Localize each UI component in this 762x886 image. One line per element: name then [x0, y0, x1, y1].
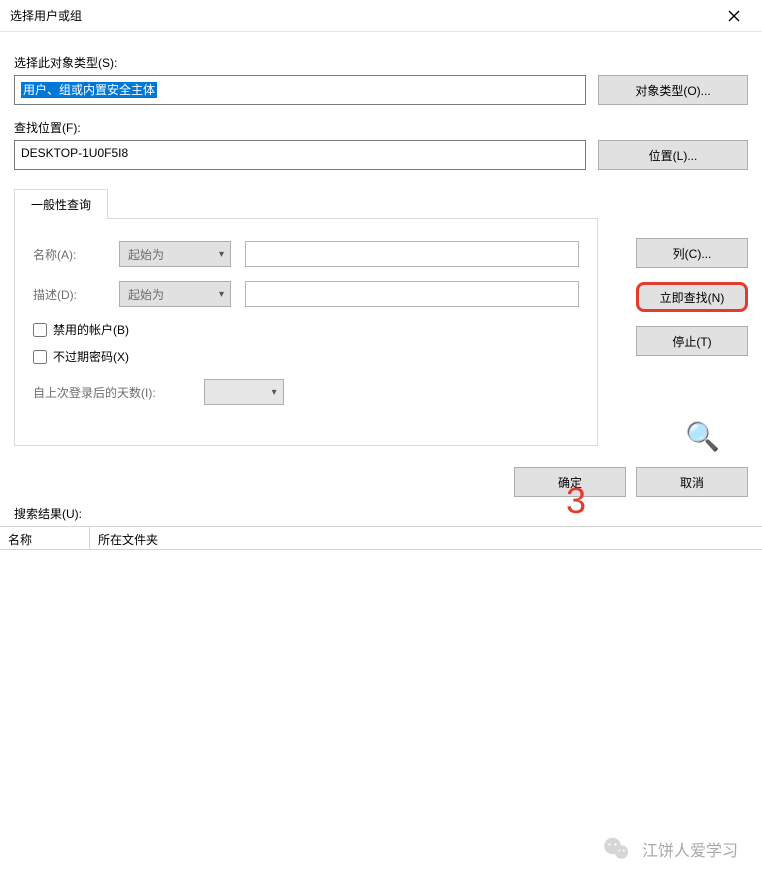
find-now-button[interactable]: 立即查找(N) — [636, 282, 748, 312]
search-icon: 🔍 — [685, 420, 720, 453]
wechat-icon — [602, 834, 632, 864]
name-input[interactable] — [245, 241, 579, 267]
description-label: 描述(D): — [33, 286, 105, 303]
cancel-button[interactable]: 取消 — [636, 467, 748, 497]
chevron-down-icon: ▾ — [219, 249, 224, 260]
annotation-number: 3 — [566, 480, 586, 522]
tab-general-query[interactable]: 一般性查询 — [14, 189, 108, 219]
query-tab-area: 一般性查询 名称(A): 起始为 ▾ 描述(D): — [14, 188, 748, 453]
name-operator-dropdown[interactable]: 起始为 ▾ — [119, 241, 231, 267]
results-header: 名称 所在文件夹 — [0, 526, 762, 550]
disabled-accounts-input[interactable] — [33, 323, 47, 337]
description-operator-dropdown[interactable]: 起始为 ▾ — [119, 281, 231, 307]
locations-button[interactable]: 位置(L)... — [598, 140, 748, 170]
days-since-login-dropdown: ▾ — [204, 379, 284, 405]
column-header-name[interactable]: 名称 — [0, 527, 90, 549]
object-types-button[interactable]: 对象类型(O)... — [598, 75, 748, 105]
object-type-field[interactable]: 用户、组或内置安全主体 — [14, 75, 586, 105]
location-value: DESKTOP-1U0F5I8 — [21, 146, 128, 160]
non-expiring-password-checkbox[interactable]: 不过期密码(X) — [33, 348, 579, 365]
ok-cancel-row: 确定 取消 — [0, 453, 762, 505]
columns-button[interactable]: 列(C)... — [636, 238, 748, 268]
stop-button[interactable]: 停止(T) — [636, 326, 748, 356]
search-results-label: 搜索结果(U): — [0, 505, 762, 526]
watermark: 江饼人爱学习 — [602, 834, 738, 864]
close-icon — [728, 10, 740, 22]
titlebar: 选择用户或组 — [0, 0, 762, 32]
object-type-value: 用户、组或内置安全主体 — [21, 82, 157, 98]
dialog-title: 选择用户或组 — [8, 7, 82, 24]
location-field[interactable]: DESKTOP-1U0F5I8 — [14, 140, 586, 170]
disabled-accounts-checkbox[interactable]: 禁用的帐户(B) — [33, 321, 579, 338]
column-header-folder[interactable]: 所在文件夹 — [90, 527, 762, 549]
name-label: 名称(A): — [33, 246, 105, 263]
non-expiring-password-input[interactable] — [33, 350, 47, 364]
close-button[interactable] — [714, 1, 754, 31]
select-users-groups-dialog: 选择用户或组 选择此对象类型(S): 用户、组或内置安全主体 对象类型(O)..… — [0, 0, 762, 886]
watermark-text: 江饼人爱学习 — [642, 837, 738, 861]
chevron-down-icon: ▾ — [272, 387, 277, 398]
description-input[interactable] — [245, 281, 579, 307]
chevron-down-icon: ▾ — [219, 289, 224, 300]
query-panel: 名称(A): 起始为 ▾ 描述(D): 起始为 ▾ — [14, 218, 598, 446]
query-side-buttons: 列(C)... 立即查找(N) 停止(T) 🔍 — [598, 218, 748, 453]
object-type-label: 选择此对象类型(S): — [14, 54, 748, 71]
location-label: 查找位置(F): — [14, 119, 748, 136]
days-since-login-label: 自上次登录后的天数(I): — [33, 384, 156, 401]
